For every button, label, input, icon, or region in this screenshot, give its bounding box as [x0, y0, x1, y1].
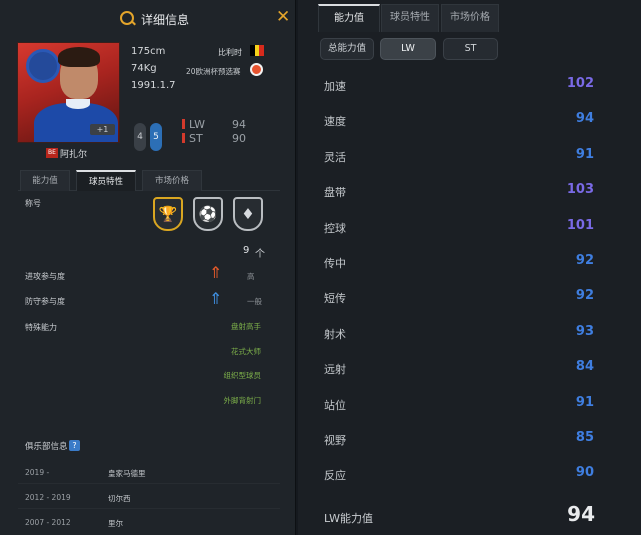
traits-label: 称号	[25, 199, 41, 208]
player-height: 175cm	[131, 46, 166, 57]
club-years: 2012 - 2019	[25, 493, 71, 502]
stat-value: 84	[575, 359, 594, 375]
belgium-flag-icon	[250, 45, 265, 56]
dribbler-icon[interactable]: ⚽	[193, 197, 223, 231]
ability-panel: 能力值 球员特性 市场价格 总能力值 LW ST 加速 102 速度 94 灵活 91 盘带…	[298, 0, 641, 535]
club-name: 里尔	[108, 519, 123, 528]
title-bar: 详细信息 ✕	[0, 0, 296, 36]
stat-label: 盘带	[324, 186, 346, 200]
club-badge-icon	[26, 49, 60, 83]
player-weight: 74Kg	[131, 63, 157, 74]
stat-value: 92	[575, 253, 594, 268]
position-name: ST	[189, 132, 203, 145]
position-marker-icon	[182, 119, 185, 129]
stat-label: 反应	[324, 469, 346, 483]
player-nationality: 比利时	[218, 48, 242, 57]
special-skill: 盘射高手	[231, 322, 261, 331]
position-rating: 90	[232, 132, 246, 145]
tab-market-price[interactable]: 市场价格	[142, 170, 202, 191]
card-upgrade-level: +1	[90, 124, 115, 135]
filter-lw[interactable]: LW	[380, 38, 436, 60]
shield-player-icon[interactable]: ♦	[233, 197, 263, 231]
club-name: 切尔西	[108, 494, 131, 503]
player-detail-panel: 详细信息 ✕ +1 BE 阿扎尔 175cm 74Kg 1991.1.7 比利时…	[0, 0, 296, 535]
trait-count-unit: 个	[255, 249, 265, 260]
trait-count: 9	[243, 245, 250, 256]
stat-value: 103	[566, 182, 594, 198]
flag-stripe	[259, 45, 265, 56]
total-rating-label: LW能力值	[324, 512, 373, 525]
player-name: 阿扎尔	[60, 150, 88, 160]
special-ability-label: 特殊能力	[25, 323, 57, 332]
stat-label: 视野	[324, 434, 346, 447]
total-rating-value: 94	[567, 502, 595, 526]
defense-workrate-value: 一般	[247, 297, 262, 306]
player-hair	[58, 47, 100, 67]
tab-ability[interactable]: 能力值	[318, 4, 380, 32]
divider	[18, 483, 280, 484]
club-years: 2007 - 2012	[25, 518, 71, 527]
nation-code-badge: BE	[46, 148, 58, 158]
stat-value: 92	[575, 288, 594, 304]
club-info-header: 俱乐部信息	[25, 442, 68, 452]
stat-label: 加速	[324, 80, 346, 93]
close-button[interactable]: ✕	[276, 8, 290, 26]
tab-traits[interactable]: 球员特性	[381, 4, 439, 32]
search-icon	[120, 11, 134, 25]
player-shirt	[34, 103, 118, 142]
left-tab-bar: 能力值 球员特性 市场价格	[18, 170, 280, 191]
weak-foot-indicator: 4	[134, 123, 146, 151]
position-label: ST	[182, 132, 203, 145]
stat-label: 远射	[324, 363, 346, 377]
strong-foot-indicator: 5	[150, 123, 162, 151]
defense-workrate-label: 防守参与度	[25, 297, 65, 306]
stat-value: 94	[575, 111, 594, 127]
club-name: 皇家马德里	[108, 469, 146, 478]
divider	[18, 508, 280, 509]
stat-label: 短传	[324, 292, 346, 306]
club-years: 2019 -	[25, 468, 50, 477]
stat-label: 灵活	[324, 150, 346, 164]
special-skill: 组织型球员	[223, 371, 262, 380]
attack-workrate-label: 进攻参与度	[25, 272, 65, 281]
stat-value: 102	[566, 76, 594, 91]
attack-arrow-icon: ⇑	[209, 263, 223, 282]
stat-label: 控球	[324, 221, 346, 235]
stat-label: 射术	[324, 327, 346, 341]
tab-market-price[interactable]: 市场价格	[441, 4, 499, 32]
panel-title: 详细信息	[141, 13, 190, 27]
trophy-icon[interactable]: 🏆	[153, 197, 183, 231]
stat-value: 85	[575, 430, 594, 445]
stat-label: 传中	[324, 257, 346, 270]
position-rating: 94	[232, 118, 246, 131]
stat-value: 90	[575, 465, 594, 481]
stat-value: 91	[575, 394, 594, 410]
filter-st[interactable]: ST	[443, 38, 498, 60]
defense-arrow-icon: ⇑	[209, 289, 223, 308]
player-collar	[66, 99, 90, 109]
tab-traits[interactable]: 球员特性	[76, 170, 136, 191]
tab-ability[interactable]: 能力值	[20, 170, 70, 191]
season-badge-icon	[250, 63, 263, 76]
attack-workrate-value: 高	[247, 272, 255, 281]
special-skill: 花式大师	[231, 347, 261, 356]
position-marker-icon	[182, 133, 185, 143]
stat-value: 93	[575, 323, 594, 339]
player-birthdate: 1991.1.7	[131, 80, 176, 91]
stat-label: 站位	[324, 398, 346, 412]
help-icon[interactable]: ?	[69, 440, 80, 451]
special-skill: 外脚背射门	[223, 396, 262, 405]
stat-label: 速度	[324, 115, 346, 129]
stat-value: 91	[575, 146, 594, 162]
stat-value: 101	[566, 217, 594, 233]
season-tournament: 20欧洲杯预选赛	[186, 67, 241, 76]
position-name: LW	[189, 118, 205, 131]
filter-total-ability[interactable]: 总能力值	[320, 38, 374, 60]
position-label: LW	[182, 118, 205, 131]
